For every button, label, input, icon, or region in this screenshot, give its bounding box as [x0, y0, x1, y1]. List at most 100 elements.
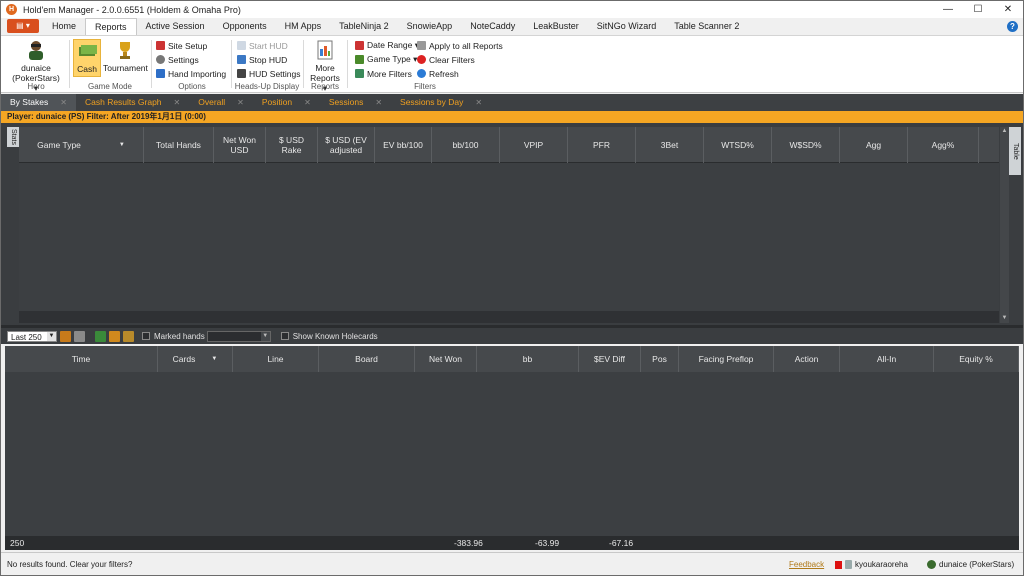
- stats-side-tab[interactable]: Stats: [7, 127, 19, 147]
- tab-by-stakes[interactable]: By Stakes ✕: [1, 94, 76, 111]
- hands-column-header[interactable]: Pos: [641, 346, 679, 372]
- close-tab-icon[interactable]: ✕: [475, 94, 482, 111]
- tab-sessions-by-day[interactable]: Sessions by Day ✕: [391, 94, 491, 111]
- tab-notecaddy[interactable]: NoteCaddy: [461, 18, 524, 35]
- hands-column-header[interactable]: $EV Diff: [579, 346, 641, 372]
- stats-column-header[interactable]: W$SD%: [772, 127, 840, 163]
- close-tab-icon[interactable]: ✕: [237, 94, 244, 111]
- stats-column-header[interactable]: Game Type ▼: [19, 127, 144, 163]
- chart-icon[interactable]: [109, 330, 120, 342]
- chevron-down-icon[interactable]: ▼: [119, 140, 125, 150]
- replay-icon[interactable]: [60, 330, 71, 342]
- stats-column-header[interactable]: VPIP: [500, 127, 568, 163]
- stats-column-header[interactable]: Agg%: [908, 127, 979, 163]
- tab-sitngo-wizard[interactable]: SitNGo Wizard: [588, 18, 666, 35]
- more-filters-button[interactable]: More Filters: [355, 67, 412, 80]
- trophy-icon[interactable]: [123, 330, 134, 342]
- marked-hands-checkbox[interactable]: [142, 332, 150, 340]
- stats-vertical-scrollbar[interactable]: ▲ ▼: [1000, 127, 1009, 323]
- date-range-button[interactable]: Date Range ▾: [355, 39, 419, 52]
- hands-column-label: $EV Diff: [593, 354, 626, 364]
- game-type-label: Game Type ▾: [367, 54, 418, 64]
- marked-hands-select[interactable]: ▼: [206, 330, 271, 342]
- site-setup-button[interactable]: Site Setup: [156, 39, 207, 52]
- hands-column-header[interactable]: Action: [774, 346, 840, 372]
- tab-position[interactable]: Position ✕: [253, 94, 320, 111]
- chevron-down-icon[interactable]: ▼: [211, 356, 217, 362]
- hands-column-header[interactable]: bb: [477, 346, 579, 372]
- hands-column-header[interactable]: Line: [233, 346, 319, 372]
- total-count: 250: [10, 538, 25, 548]
- game-type-button[interactable]: Game Type ▾: [355, 53, 417, 66]
- stats-column-header[interactable]: WTSD%: [704, 127, 772, 163]
- close-tab-icon[interactable]: ✕: [375, 94, 382, 111]
- database-indicator[interactable]: kyoukaraoreha: [835, 560, 908, 570]
- stats-column-header[interactable]: Total Hands: [144, 127, 214, 163]
- grid-icon[interactable]: [95, 330, 106, 342]
- stats-column-label: Game Type: [37, 140, 81, 150]
- stats-column-header[interactable]: $ USD Rake: [266, 127, 318, 163]
- camera-icon[interactable]: [74, 330, 85, 342]
- stats-column-header[interactable]: bb/100: [432, 127, 500, 163]
- close-tab-icon[interactable]: ✕: [60, 94, 67, 111]
- hand-importing-button[interactable]: Hand Importing: [156, 67, 226, 80]
- tab-overall[interactable]: Overall ✕: [189, 94, 253, 111]
- scroll-up-icon[interactable]: ▲: [1000, 127, 1009, 136]
- hands-column-header[interactable]: Cards ▼: [158, 346, 233, 372]
- hands-column-header[interactable]: Facing Preflop: [679, 346, 774, 372]
- start-hud-button[interactable]: Start HUD: [237, 39, 288, 52]
- refresh-button[interactable]: Refresh: [417, 67, 459, 80]
- hands-column-header[interactable]: All-In: [840, 346, 934, 372]
- hands-column-header[interactable]: Equity %: [934, 346, 1019, 372]
- tab-sessions[interactable]: Sessions ✕: [320, 94, 391, 111]
- player-indicator[interactable]: dunaice (PokerStars): [927, 560, 1014, 570]
- hud-settings-button[interactable]: HUD Settings: [237, 67, 301, 80]
- chevron-down-icon: ▼: [260, 331, 270, 341]
- stats-column-label: Agg%: [931, 140, 955, 150]
- scroll-down-icon[interactable]: ▼: [1000, 314, 1009, 323]
- stats-column-header[interactable]: EV bb/100: [375, 127, 432, 163]
- feedback-link[interactable]: Feedback: [789, 560, 824, 569]
- tab-snowieapp[interactable]: SnowieApp: [398, 18, 462, 35]
- tab-home[interactable]: Home: [43, 18, 85, 35]
- stats-grid-horizontal-scrollbar[interactable]: [19, 311, 999, 323]
- stats-column-header[interactable]: PFR: [568, 127, 636, 163]
- tab-active-session[interactable]: Active Session: [137, 18, 214, 35]
- hands-column-label: Facing Preflop: [698, 354, 754, 364]
- app-menu-button[interactable]: ▤ ▾: [7, 19, 39, 33]
- stats-column-header[interactable]: $ USD (EV adjusted: [318, 127, 375, 163]
- close-tab-icon[interactable]: ✕: [174, 94, 181, 111]
- tab-table-scanner[interactable]: Table Scanner 2: [665, 18, 748, 35]
- close-tab-icon[interactable]: ✕: [304, 94, 311, 111]
- hands-grid-body: [5, 372, 1019, 536]
- stats-column-header[interactable]: Agg: [840, 127, 908, 163]
- hands-column-header[interactable]: Board: [319, 346, 415, 372]
- maximize-button[interactable]: ☐: [963, 1, 993, 18]
- show-known-holecards-checkbox[interactable]: [280, 332, 289, 340]
- tab-cash-results-graph[interactable]: Cash Results Graph ✕: [76, 94, 189, 111]
- clear-filters-button[interactable]: Clear Filters: [417, 53, 475, 66]
- help-icon[interactable]: ?: [1007, 21, 1018, 32]
- close-button[interactable]: ✕: [993, 1, 1023, 18]
- settings-button[interactable]: Settings: [156, 53, 199, 66]
- apply-all-reports-button[interactable]: Apply to all Reports: [417, 39, 503, 52]
- stats-column-header[interactable]: 3Bet: [636, 127, 704, 163]
- tab-tableninja[interactable]: TableNinja 2: [330, 18, 398, 35]
- minimize-button[interactable]: —: [933, 1, 963, 18]
- stats-column-header[interactable]: Net Won USD: [214, 127, 266, 163]
- hand-limit-select[interactable]: Last 250 ▼: [7, 330, 57, 342]
- tab-opponents[interactable]: Opponents: [214, 18, 276, 35]
- hands-column-header[interactable]: Time: [5, 346, 158, 372]
- table-side-tab[interactable]: Table: [1009, 127, 1021, 175]
- tab-leakbuster[interactable]: LeakBuster: [524, 18, 588, 35]
- tab-hm-apps[interactable]: HM Apps: [276, 18, 331, 35]
- stats-column-label: $ USD (EV adjusted: [325, 135, 367, 155]
- hands-column-header[interactable]: Net Won: [415, 346, 477, 372]
- hands-column-label: Pos: [652, 354, 667, 364]
- ribbon-separator: [69, 40, 70, 88]
- hands-column-label: Net Won: [429, 354, 462, 364]
- tab-reports[interactable]: Reports: [85, 18, 137, 35]
- cash-button[interactable]: Cash: [73, 39, 101, 77]
- stop-hud-button[interactable]: Stop HUD: [237, 53, 287, 66]
- tournament-button[interactable]: Tournament: [103, 39, 148, 73]
